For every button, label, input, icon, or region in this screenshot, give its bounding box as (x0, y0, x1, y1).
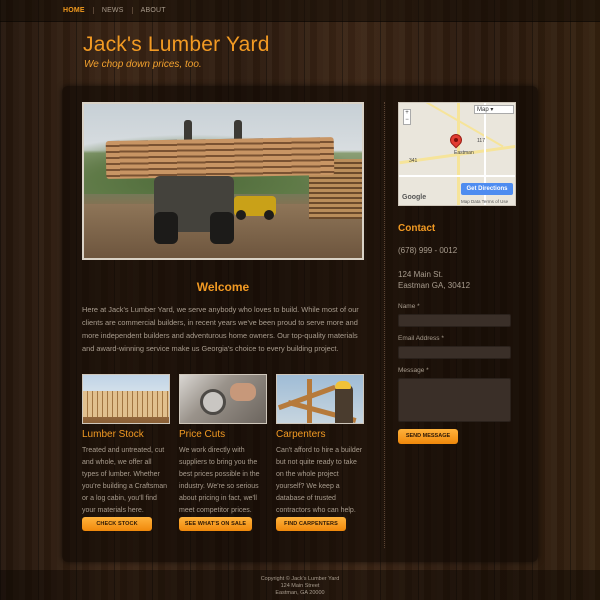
see-sale-button[interactable]: SEE WHAT'S ON SALE (179, 517, 252, 531)
map-zoom-control[interactable]: + − (403, 109, 411, 125)
site-title[interactable]: Jack's Lumber Yard (83, 33, 270, 57)
feature-title: Lumber Stock (82, 429, 144, 440)
feature-text: We work directly with suppliers to bring… (179, 447, 260, 514)
welcome-heading: Welcome (196, 280, 250, 294)
nav-item-news[interactable]: NEWS (92, 7, 132, 14)
column-divider (384, 102, 385, 548)
feature-price-cuts: Price Cuts We work directly with supplie… (179, 374, 267, 531)
feature-title: Price Cuts (179, 429, 226, 440)
get-directions-button[interactable]: Get Directions (461, 183, 513, 195)
map-attribution[interactable]: Map Data Terms of Use (461, 199, 508, 204)
contact-phone: (678) 999 - 0012 (398, 246, 458, 255)
nav-list: HOME NEWS ABOUT (55, 7, 174, 14)
message-field[interactable] (398, 378, 511, 422)
message-label: Message * (398, 367, 429, 374)
footer-copyright: Copyright © Jack's Lumber Yard (260, 576, 340, 582)
page-footer: Copyright © Jack's Lumber Yard 124 Main … (0, 570, 600, 600)
feature-title: Carpenters (276, 429, 326, 440)
contact-address-line1: 124 Main St. (398, 270, 443, 279)
top-nav: HOME NEWS ABOUT (0, 0, 600, 22)
check-stock-button[interactable]: CHECK STOCK (82, 517, 152, 531)
carpenters-image (276, 374, 364, 424)
feature-carpenters: Carpenters Can't afford to hire a builde… (276, 374, 364, 531)
hero-image-log-loader (82, 102, 364, 260)
map-route-label-2: 341 (409, 158, 418, 164)
map-type-select[interactable]: Map ▾ (474, 105, 514, 114)
feature-text: Can't afford to hire a builder but not q… (276, 447, 363, 514)
map-route-label: 117 (477, 138, 485, 144)
name-field[interactable] (398, 314, 511, 327)
footer-street: 124 Main Street (280, 583, 320, 589)
price-cuts-image (179, 374, 267, 424)
nav-item-home[interactable]: HOME (55, 7, 93, 14)
site-tagline: We chop down prices, too. (84, 59, 202, 70)
contact-heading: Contact (398, 223, 436, 234)
contact-address-line2: Eastman GA, 30412 (398, 281, 471, 290)
find-carpenters-button[interactable]: FIND CARPENTERS (276, 517, 346, 531)
nav-item-about[interactable]: ABOUT (131, 7, 174, 14)
email-label: Email Address * (398, 335, 444, 342)
feature-text: Treated and untreated, cut and whole, we… (82, 447, 167, 514)
send-message-button[interactable]: SEND MESSAGE (398, 429, 458, 444)
google-logo: Google (402, 194, 427, 201)
location-map[interactable]: Map ▾ + − 117 341 Eastman Get Directions … (398, 102, 516, 206)
map-town-label: Eastman (454, 150, 474, 156)
email-field[interactable] (398, 346, 511, 359)
feature-lumber-stock: Lumber Stock Treated and untreated, cut … (82, 374, 170, 531)
lumber-stock-image (82, 374, 170, 424)
footer-city: Eastman, GA 20000 (275, 590, 325, 596)
name-label: Name * (398, 303, 420, 310)
welcome-text: Here at Jack's Lumber Yard, we serve any… (82, 305, 359, 353)
